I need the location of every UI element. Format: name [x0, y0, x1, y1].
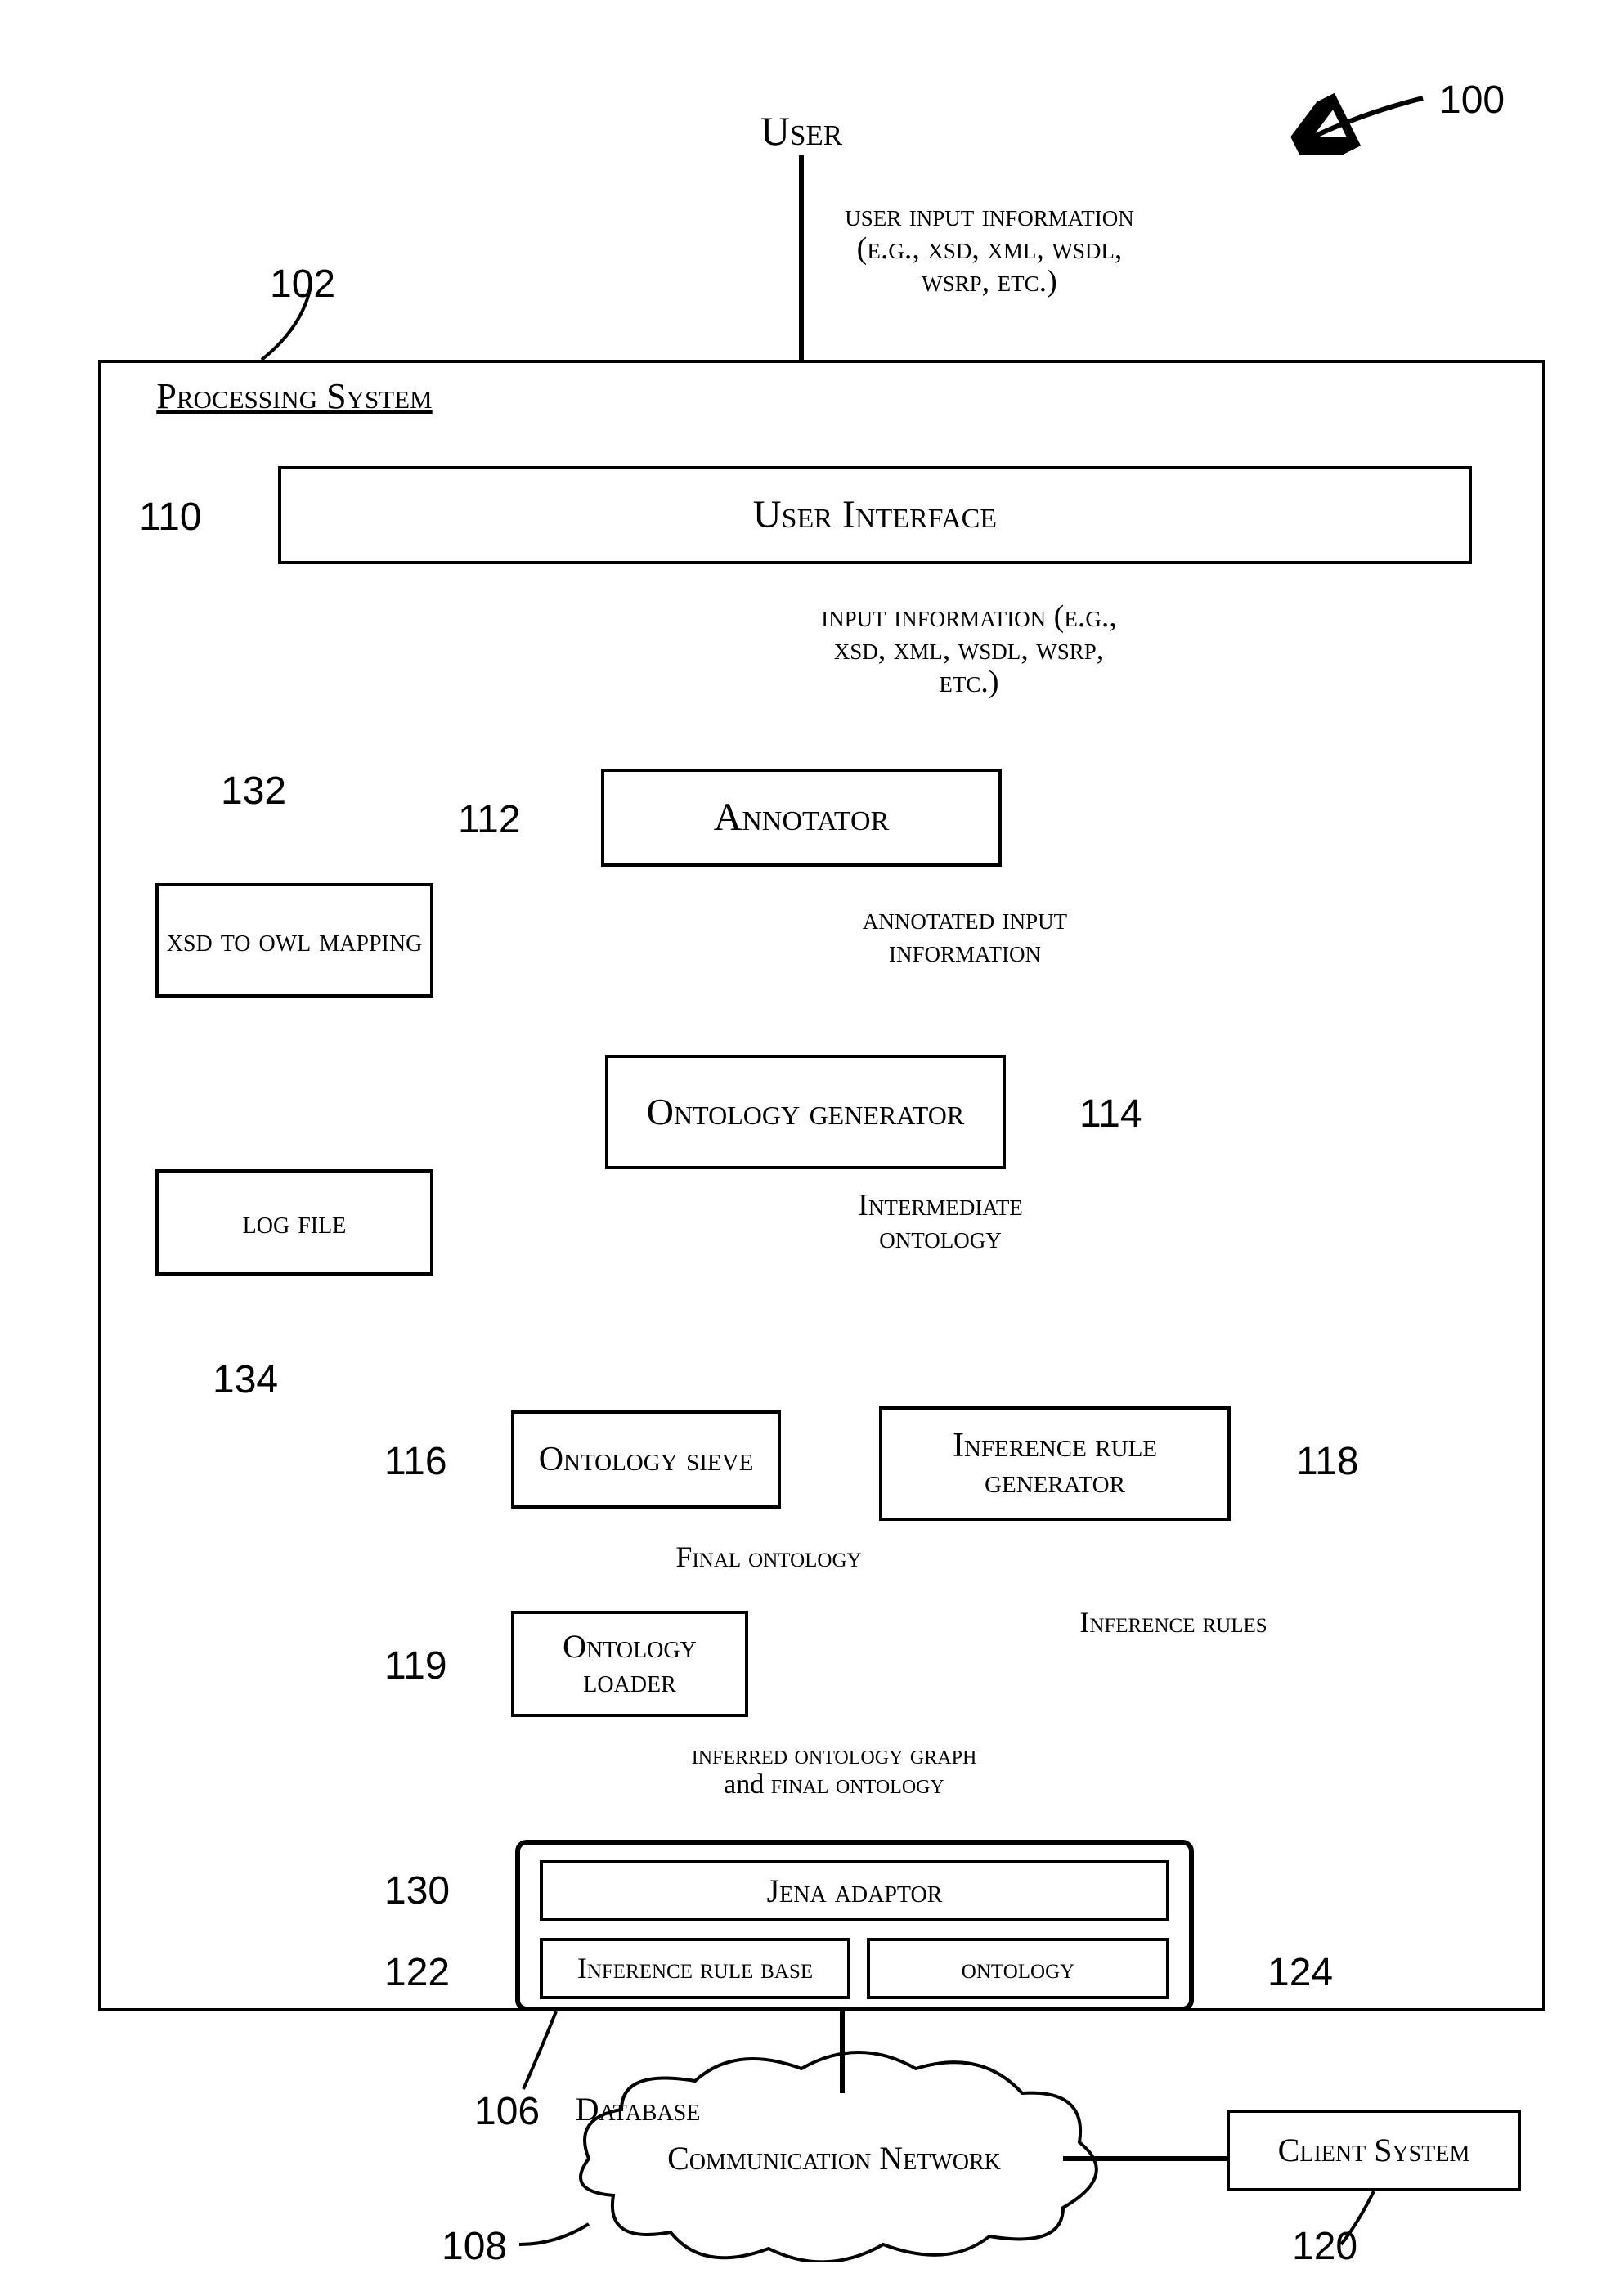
user-label: User	[720, 106, 883, 155]
inference-rule-generator-box: Inference rule generator	[879, 1406, 1231, 1521]
ref-100: 100	[1439, 78, 1505, 123]
ontology-box: ontology	[867, 1938, 1169, 1999]
ref-124: 124	[1267, 1950, 1333, 1995]
input-info-annotation: input information (e.g., xsd, xml, wsdl,…	[818, 581, 1120, 720]
ref-130: 130	[384, 1868, 450, 1913]
log-file-box: log file	[155, 1169, 433, 1276]
ontology-generator-box: Ontology generator	[605, 1055, 1006, 1169]
ref-110: 110	[139, 495, 202, 540]
ref-112: 112	[458, 797, 521, 842]
ontology-loader-box: Ontology loader	[511, 1611, 748, 1717]
inference-rule-base-box: Inference rule base	[540, 1938, 850, 1999]
ref-116: 116	[384, 1439, 447, 1484]
xsd-to-owl-box: xsd to owl mapping	[155, 883, 433, 998]
jena-adaptor-box: Jena adaptor	[540, 1860, 1169, 1921]
diagram-canvas: User user input information (e.g., xsd, …	[0, 0, 1624, 2262]
user-input-annotation: user input information (e.g., xsd, xml, …	[826, 176, 1153, 323]
processing-system-title: Processing System	[123, 376, 466, 417]
database-label: Database	[548, 2089, 728, 2130]
final-ontology-annotation: Final ontology	[646, 1533, 891, 1582]
ref-114: 114	[1079, 1092, 1142, 1137]
ref-106: 106	[474, 2089, 540, 2134]
intermediate-ontology-annotation: Intermediate ontology	[818, 1177, 1063, 1267]
ontology-sieve-box: Ontology sieve	[511, 1410, 781, 1509]
annotator-box: Annotator	[601, 769, 1002, 867]
ref-118: 118	[1296, 1439, 1359, 1484]
ref-134: 134	[213, 1357, 278, 1402]
ref-119: 119	[384, 1643, 447, 1688]
communication-network-label: Communication Network	[621, 2134, 1047, 2183]
inference-rules-annotation: Inference rules	[1071, 1578, 1276, 1668]
ref-132: 132	[221, 769, 286, 814]
inferred-graph-annotation: inferred ontology graphand final ontolog…	[646, 1729, 1022, 1811]
client-system-box: Client System	[1227, 2110, 1521, 2191]
ref-122: 122	[384, 1950, 450, 1995]
user-interface-box: User Interface	[278, 466, 1472, 564]
ref-102: 102	[270, 262, 335, 307]
annotated-input-annotation: annotated input information	[818, 891, 1112, 981]
